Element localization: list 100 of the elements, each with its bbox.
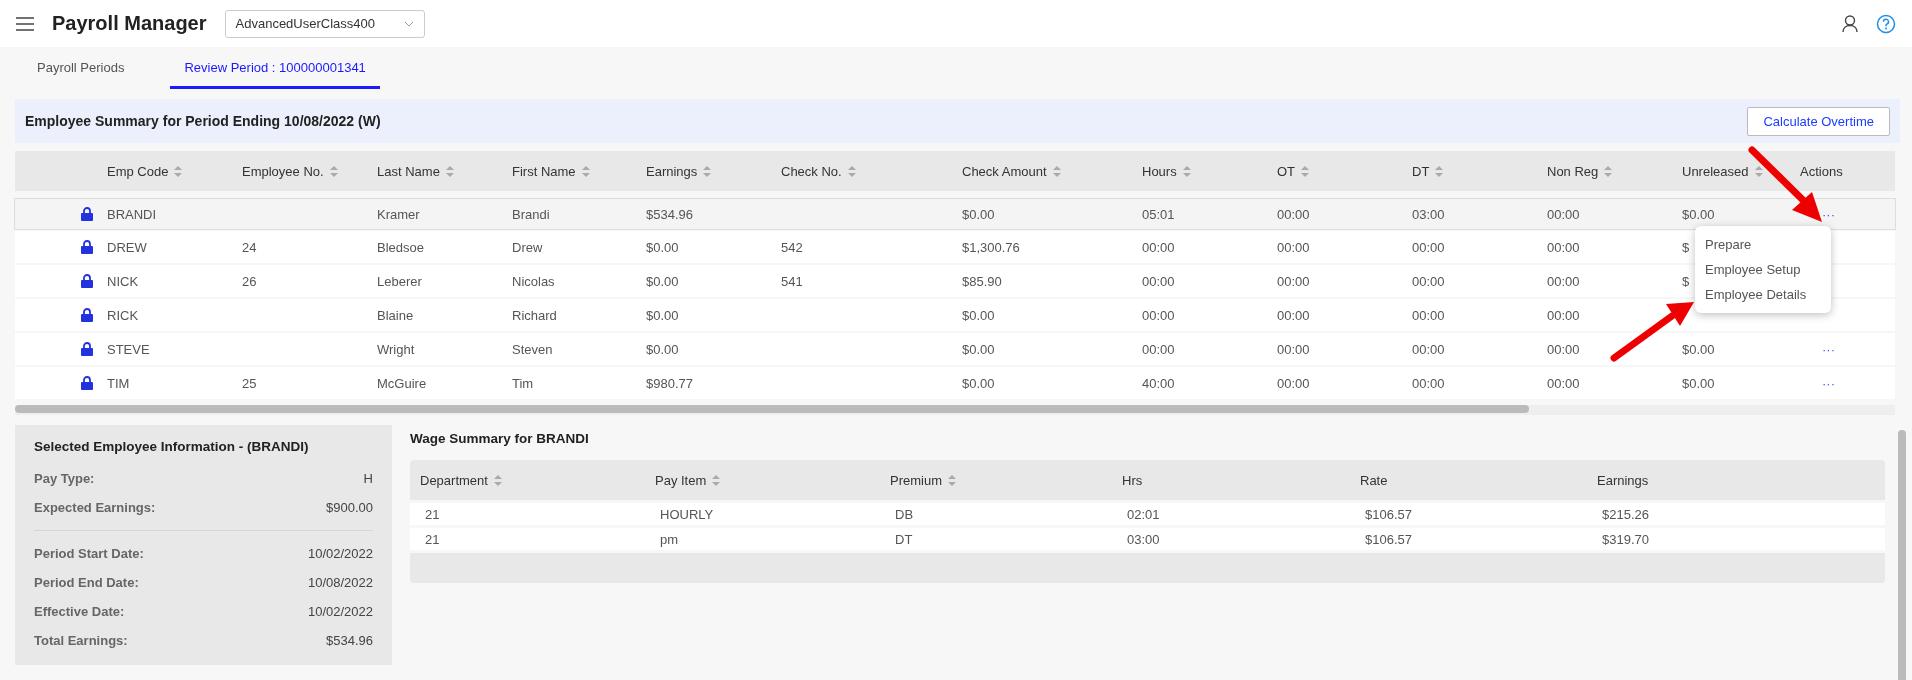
table-cell: 00:00 — [1547, 375, 1580, 391]
table-cell: $0.00 — [1682, 375, 1715, 391]
more-actions-button[interactable]: ··· — [1800, 341, 1835, 357]
table-cell: $0.00 — [646, 273, 679, 289]
scrollbar[interactable] — [15, 405, 1529, 413]
column-header[interactable]: DT — [1412, 163, 1430, 179]
table-cell: 26 — [242, 273, 257, 289]
app-title: Payroll Manager — [52, 12, 207, 35]
field-label: Period End Date: — [34, 575, 139, 590]
profile-select[interactable]: AdvancedUserClass400 — [224, 9, 425, 38]
column-header[interactable]: Hours — [1142, 163, 1177, 179]
table-cell: 21 — [425, 506, 440, 522]
scrollbar[interactable] — [1898, 430, 1906, 680]
table-cell: 542 — [781, 239, 803, 255]
column-header[interactable]: Pay Item — [655, 472, 707, 488]
column-header[interactable]: Last Name — [377, 163, 440, 179]
column-header[interactable]: OT — [1277, 163, 1296, 179]
table-cell: $85.90 — [962, 273, 1002, 289]
table-cell: 40:00 — [1142, 375, 1175, 391]
table-cell: DB — [895, 506, 914, 522]
table-cell: $0.00 — [962, 206, 995, 222]
sort-icon[interactable] — [1301, 165, 1310, 177]
sort-icon[interactable] — [1182, 165, 1191, 177]
table-cell: 00:00 — [1412, 375, 1445, 391]
table-cell: 541 — [781, 273, 803, 289]
menu-item[interactable]: Prepare — [1695, 232, 1831, 257]
table-cell: $534.96 — [646, 206, 693, 222]
user-icon[interactable] — [1842, 14, 1858, 33]
table-cell: $215.26 — [1602, 506, 1649, 522]
table-cell: $ — [1682, 239, 1690, 255]
table-cell: HOURLY — [660, 506, 714, 522]
table-cell: $106.57 — [1365, 506, 1412, 522]
menu-icon[interactable] — [16, 16, 34, 31]
table-cell: Steven — [512, 341, 553, 357]
table-cell: 05:01 — [1142, 206, 1175, 222]
table-cell: $0.00 — [962, 307, 995, 323]
table-cell: Brandi — [512, 206, 550, 222]
sort-icon[interactable] — [581, 165, 590, 177]
column-header[interactable]: Department — [420, 472, 488, 488]
column-header[interactable]: Check Amount — [962, 163, 1047, 179]
table-cell: Tim — [512, 375, 534, 391]
table-row[interactable]: STEVE Wright Steven $0.00 $0.00 00:00 00:00 00:00 00:00 $0.00 ··· — [15, 333, 1895, 365]
column-header[interactable]: Non Reg — [1547, 163, 1599, 179]
tab[interactable]: Payroll Periods — [37, 49, 125, 89]
table-cell: DREW — [107, 239, 147, 255]
field-value: $900.00 — [326, 500, 373, 515]
table-cell: 00:00 — [1412, 307, 1445, 323]
table-cell: 00:00 — [1142, 273, 1175, 289]
more-actions-button[interactable]: ··· — [1800, 375, 1835, 391]
table-cell: Leberer — [377, 273, 422, 289]
table-cell: 03:00 — [1127, 531, 1160, 547]
sort-icon[interactable] — [1052, 165, 1061, 177]
sort-icon[interactable] — [445, 165, 454, 177]
table-cell: BRANDI — [107, 206, 157, 222]
table-cell: Kramer — [377, 206, 420, 222]
table-cell: 00:00 — [1547, 273, 1580, 289]
table-cell: TIM — [107, 375, 130, 391]
sort-icon[interactable] — [1754, 165, 1763, 177]
table-cell: 00:00 — [1277, 375, 1310, 391]
sort-icon[interactable] — [174, 165, 183, 177]
sort-icon[interactable] — [1604, 165, 1613, 177]
column-header[interactable]: Actions — [1800, 163, 1843, 179]
table-cell: RICK — [107, 307, 139, 323]
column-header[interactable]: Earnings — [1597, 472, 1649, 488]
sort-icon[interactable] — [712, 474, 721, 486]
column-header[interactable]: First Name — [512, 163, 576, 179]
field-value: H — [363, 471, 373, 486]
field-value: 10/08/2022 — [307, 575, 373, 590]
sort-icon[interactable] — [493, 474, 502, 486]
column-header[interactable]: Unreleased — [1682, 163, 1749, 179]
panel-title: Selected Employee Information - (BRANDI) — [34, 439, 310, 454]
sort-icon[interactable] — [329, 165, 338, 177]
summary-title: Employee Summary for Period Ending 10/08/2022 (W) — [25, 113, 381, 129]
table-cell: $0.00 — [1682, 206, 1715, 222]
column-header[interactable]: Employee No. — [242, 163, 324, 179]
column-header[interactable]: Rate — [1360, 472, 1388, 488]
table-cell: $1,300.76 — [962, 239, 1020, 255]
field-label: Pay Type: — [34, 471, 95, 486]
tab[interactable]: Review Period : 100000001341 — [170, 49, 380, 89]
column-header[interactable]: Check No. — [781, 163, 842, 179]
table-cell: 00:00 — [1277, 239, 1310, 255]
sort-icon[interactable] — [948, 474, 956, 486]
table-cell: $0.00 — [962, 375, 995, 391]
column-header[interactable]: Earnings — [646, 163, 698, 179]
column-header[interactable]: Emp Code — [107, 163, 169, 179]
help-icon[interactable] — [1876, 13, 1896, 34]
table-row[interactable]: TIM 25 McGuire Tim $980.77 $0.00 40:00 00:00 00:00 00:00 $0.00 ··· — [15, 367, 1895, 399]
sort-icon[interactable] — [847, 165, 856, 177]
table-cell: 00:00 — [1277, 273, 1310, 289]
table-cell: NICK — [107, 273, 139, 289]
sort-icon[interactable] — [1435, 165, 1444, 177]
table-cell: Richard — [512, 307, 557, 323]
sort-icon[interactable] — [703, 165, 712, 177]
table-cell: 00:00 — [1277, 307, 1310, 323]
calculate-overtime-button[interactable]: Calculate Overtime — [1747, 106, 1890, 136]
table-cell: $106.57 — [1365, 531, 1412, 547]
table-cell: 24 — [242, 239, 257, 255]
column-header[interactable]: Hrs — [1122, 472, 1143, 488]
field-label: Expected Earnings: — [34, 500, 156, 515]
column-header[interactable]: Premium — [890, 472, 942, 488]
